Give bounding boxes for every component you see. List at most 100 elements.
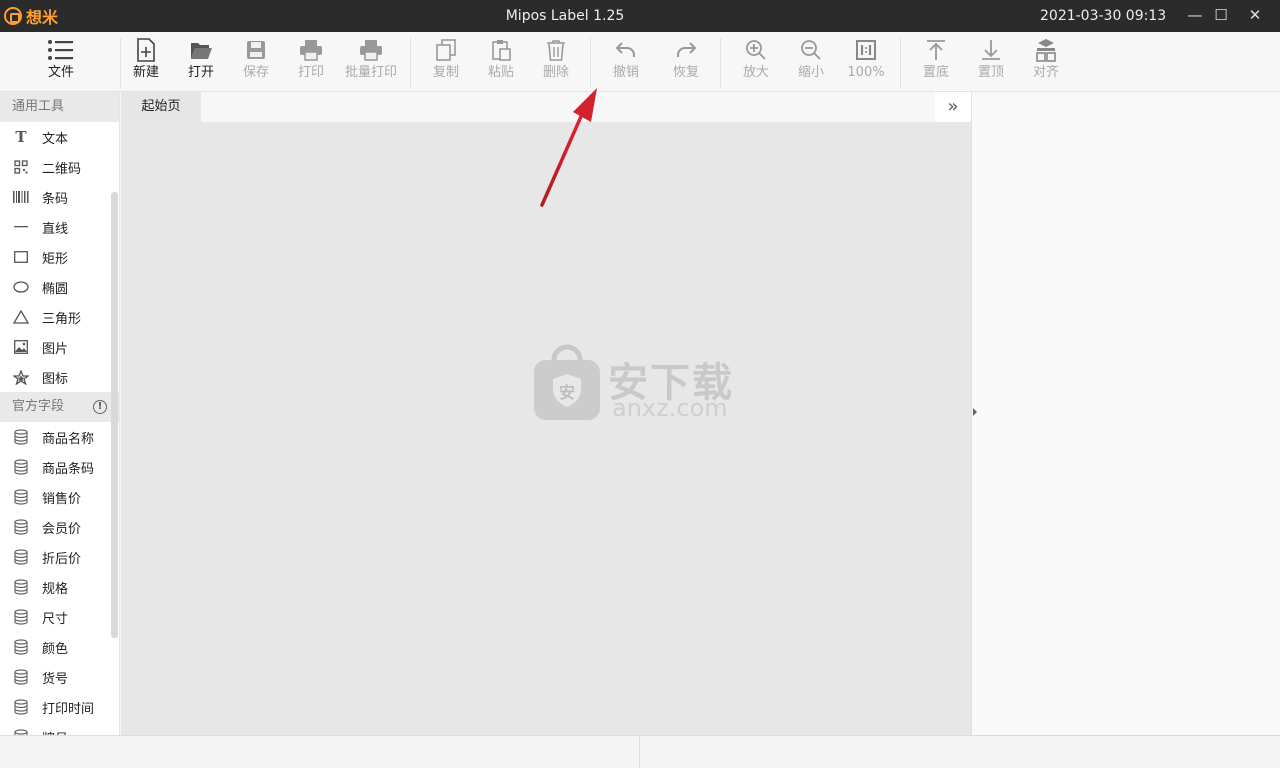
undo-button[interactable]: 撤销 [606,36,646,88]
field-item[interactable]: 尺寸 [0,602,119,632]
undo-icon [606,36,646,64]
open-button[interactable]: 打开 [180,36,222,88]
field-label: 颜色 [42,641,69,657]
field-label: 规格 [42,581,69,597]
print-label: 打印 [297,65,324,80]
zoom-in-label: 放大 [742,65,769,80]
toolbar: 文件 新建 打开 保存 打印 批量打印 复制 粘贴 删除 撤销 恢复 放大 缩小… [0,32,1280,92]
field-item[interactable]: 商品名称 [0,422,119,452]
file-menu-button[interactable]: 文件 [32,36,90,88]
redo-button[interactable]: 恢复 [666,36,706,88]
trash-icon [536,36,576,64]
tool-image[interactable]: 图片 [0,332,119,362]
actual-size-button[interactable]: 100% [846,36,886,88]
tool-barcode[interactable]: 条码 [0,182,119,212]
field-label: 货号 [42,671,69,687]
field-item[interactable]: 颜色 [0,632,119,662]
field-item[interactable]: 商品条码 [0,452,119,482]
sidebar: 通用工具 T 文本 二维码 条码 直线 矩形 椭圆 三角形 图片 图标 官方字段… [0,92,120,735]
bring-to-top-button[interactable]: 置顶 [971,36,1011,88]
tool-icon[interactable]: 图标 [0,362,119,392]
tool-qrcode[interactable]: 二维码 [0,152,119,182]
info-icon[interactable]: ! [93,400,107,414]
tool-triangle[interactable]: 三角形 [0,302,119,332]
tool-label: 图片 [42,341,69,357]
rectangle-icon [12,248,30,266]
field-item[interactable]: 打印时间 [0,692,119,722]
database-icon [12,638,30,656]
tool-label: 三角形 [42,311,82,327]
tab-start-page[interactable]: 起始页 [121,92,201,122]
zoom-in-button[interactable]: 放大 [736,36,776,88]
barcode-icon [12,188,30,206]
maximize-button[interactable]: ☐ [1208,4,1234,28]
annotation-arrow [540,88,597,207]
text-icon: T [15,128,27,146]
field-item[interactable]: 规格 [0,572,119,602]
arrow-down-to-line-icon [971,36,1011,64]
field-item[interactable]: 销售价 [0,482,119,512]
paste-label: 粘贴 [487,65,514,80]
tool-label: 图标 [42,371,69,387]
printer-icon [291,36,331,64]
toolbar-separator [590,38,591,88]
batch-printer-icon [342,36,400,64]
paste-button[interactable]: 粘贴 [481,36,521,88]
toolbar-separator [900,38,901,88]
tool-text[interactable]: T 文本 [0,122,119,152]
new-file-icon [126,36,166,64]
field-item[interactable]: 牌号 [0,722,119,735]
title-bar: 想米 Mipos Label 1.25 2021-03-30 09:13 — ☐… [0,0,1280,32]
copy-button[interactable]: 复制 [426,36,466,88]
tab-overflow-button[interactable]: » [935,92,971,122]
toolbar-separator [120,38,121,88]
sidebar-scrollbar[interactable] [111,192,118,638]
new-label: 新建 [132,65,159,80]
batch-print-button[interactable]: 批量打印 [342,36,400,88]
database-icon [12,668,30,686]
official-fields-section: 官方字段 ! [0,392,119,422]
zoom-out-button[interactable]: 缩小 [791,36,831,88]
print-button[interactable]: 打印 [291,36,331,88]
field-item[interactable]: 折后价 [0,542,119,572]
copy-icon [426,36,466,64]
redo-label: 恢复 [672,65,699,80]
image-icon [12,338,30,356]
zoom-in-icon [736,36,776,64]
delete-button[interactable]: 删除 [536,36,576,88]
batch-print-label: 批量打印 [344,65,397,80]
watermark-text-en: anxz.com [612,394,728,422]
toolbar-separator [720,38,721,88]
line-icon [12,218,30,236]
actual-size-icon [846,36,886,64]
arrow-up-to-line-icon [916,36,956,64]
bring-to-top-label: 置顶 [977,65,1004,80]
undo-label: 撤销 [612,65,639,80]
redo-icon [666,36,706,64]
field-label: 销售价 [42,491,82,507]
save-button[interactable]: 保存 [236,36,276,88]
open-label: 打开 [187,65,214,80]
new-button[interactable]: 新建 [126,36,166,88]
tool-line[interactable]: 直线 [0,212,119,242]
field-item[interactable]: 会员价 [0,512,119,542]
save-icon [236,36,276,64]
tool-label: 椭圆 [42,281,69,297]
field-item[interactable]: 货号 [0,662,119,692]
delete-label: 删除 [542,65,569,80]
align-button[interactable]: 对齐 [1026,36,1066,88]
design-canvas[interactable] [121,122,971,735]
field-label: 打印时间 [42,701,95,717]
align-icon [1026,36,1066,64]
database-icon [12,518,30,536]
panel-collapse-icon[interactable] [973,408,977,416]
tool-ellipse[interactable]: 椭圆 [0,272,119,302]
watermark-badge: 安 [559,383,575,402]
close-button[interactable]: ✕ [1242,4,1268,28]
minimize-button[interactable]: — [1182,4,1208,28]
zoom-level: 100% [847,65,885,80]
tool-label: 直线 [42,221,69,237]
send-to-bottom-button[interactable]: 置底 [916,36,956,88]
field-label: 会员价 [42,521,82,537]
tool-rectangle[interactable]: 矩形 [0,242,119,272]
